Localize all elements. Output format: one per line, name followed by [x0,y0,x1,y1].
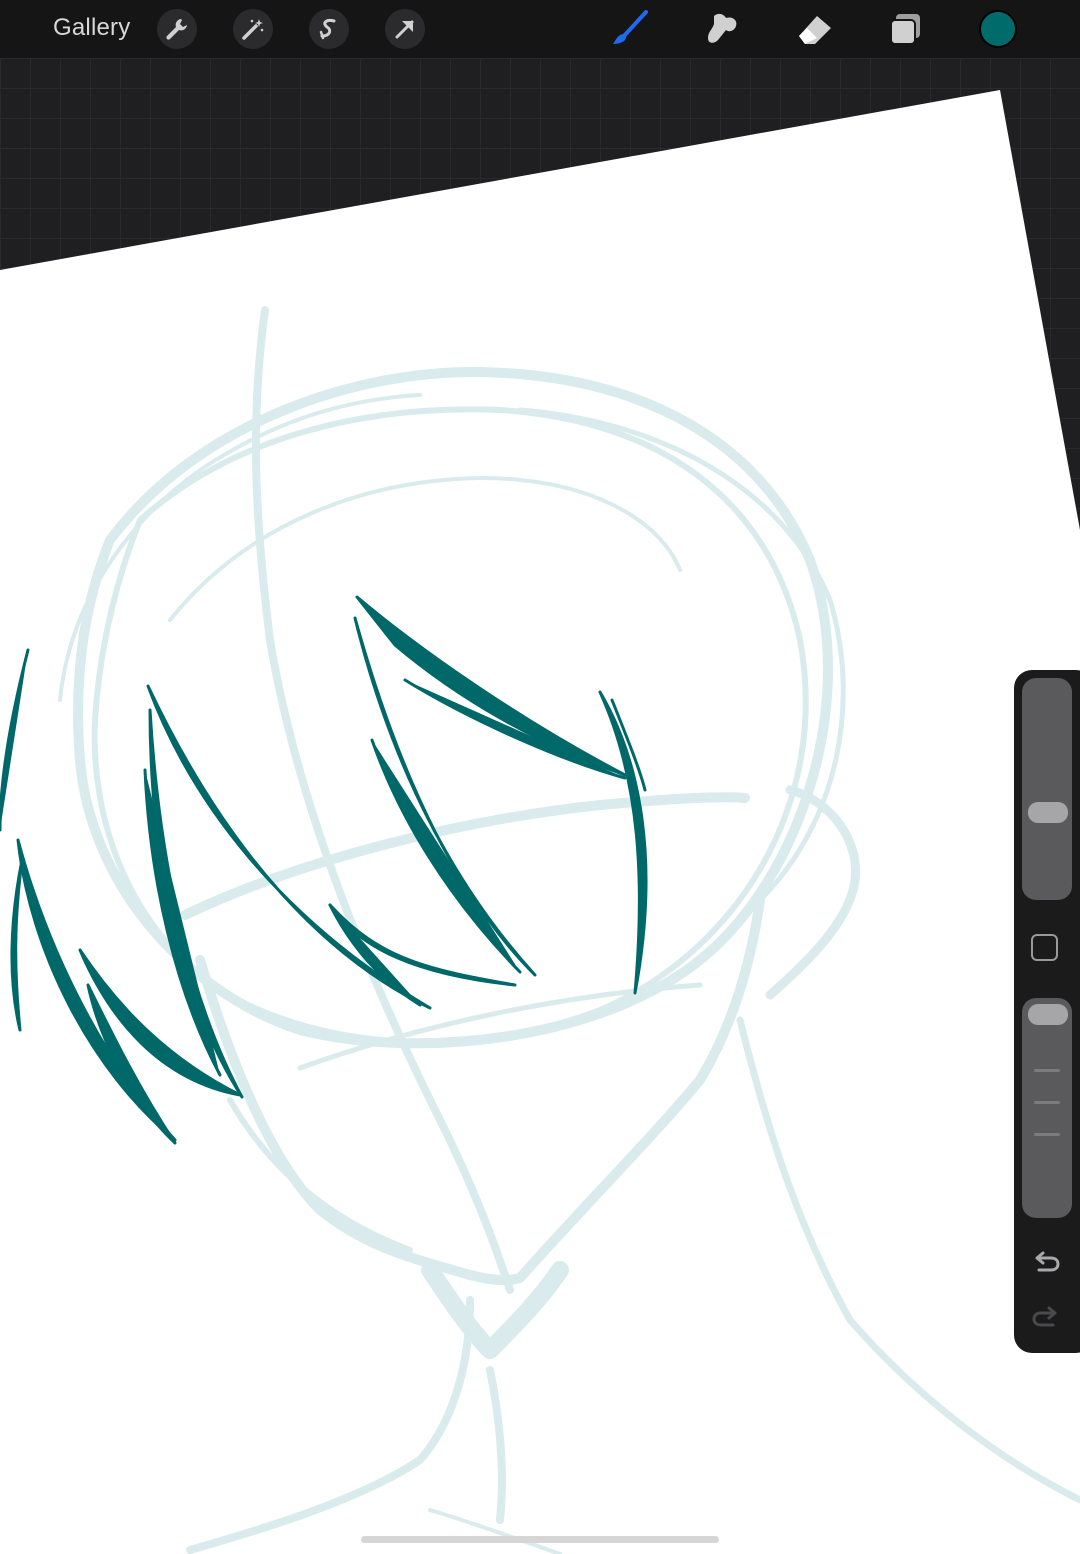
gallery-button[interactable]: Gallery [53,14,130,42]
slider-tick [1034,1101,1060,1104]
modify-button[interactable] [1031,934,1058,961]
brush-tool-button[interactable] [610,10,650,48]
transform-button[interactable] [385,9,425,49]
sidebar [1014,670,1080,1353]
slider-tick [1034,1133,1060,1136]
drawing-canvas[interactable] [0,0,1080,1554]
brush-icon [613,10,648,44]
selection-icon [319,19,336,40]
layers-icon [890,14,920,45]
adjustments-button[interactable] [233,9,273,49]
slider-tick [1034,1069,1060,1072]
undo-button[interactable] [1028,1245,1064,1281]
undo-icon [1035,1251,1060,1272]
magic-wand-icon [242,19,264,40]
eraser-icon [799,16,831,44]
smudge-tool-button[interactable] [702,10,742,48]
actions-button[interactable] [157,9,197,49]
opacity-thumb[interactable] [1028,1004,1068,1025]
eraser-tool-button[interactable] [795,10,835,48]
brush-size-slider[interactable] [1022,678,1072,900]
home-indicator[interactable] [361,1536,719,1543]
selection-button[interactable] [309,9,349,49]
layers-button[interactable] [886,10,926,48]
redo-icon [1032,1306,1057,1327]
wrench-icon [166,19,187,40]
transform-arrow-icon [395,20,414,39]
color-swatch-button[interactable] [979,10,1017,48]
opacity-slider[interactable] [1022,998,1072,1218]
smudge-icon [708,13,737,43]
brush-size-thumb[interactable] [1028,802,1068,823]
top-toolbar: Gallery [0,0,1080,58]
redo-button[interactable] [1028,1300,1064,1336]
